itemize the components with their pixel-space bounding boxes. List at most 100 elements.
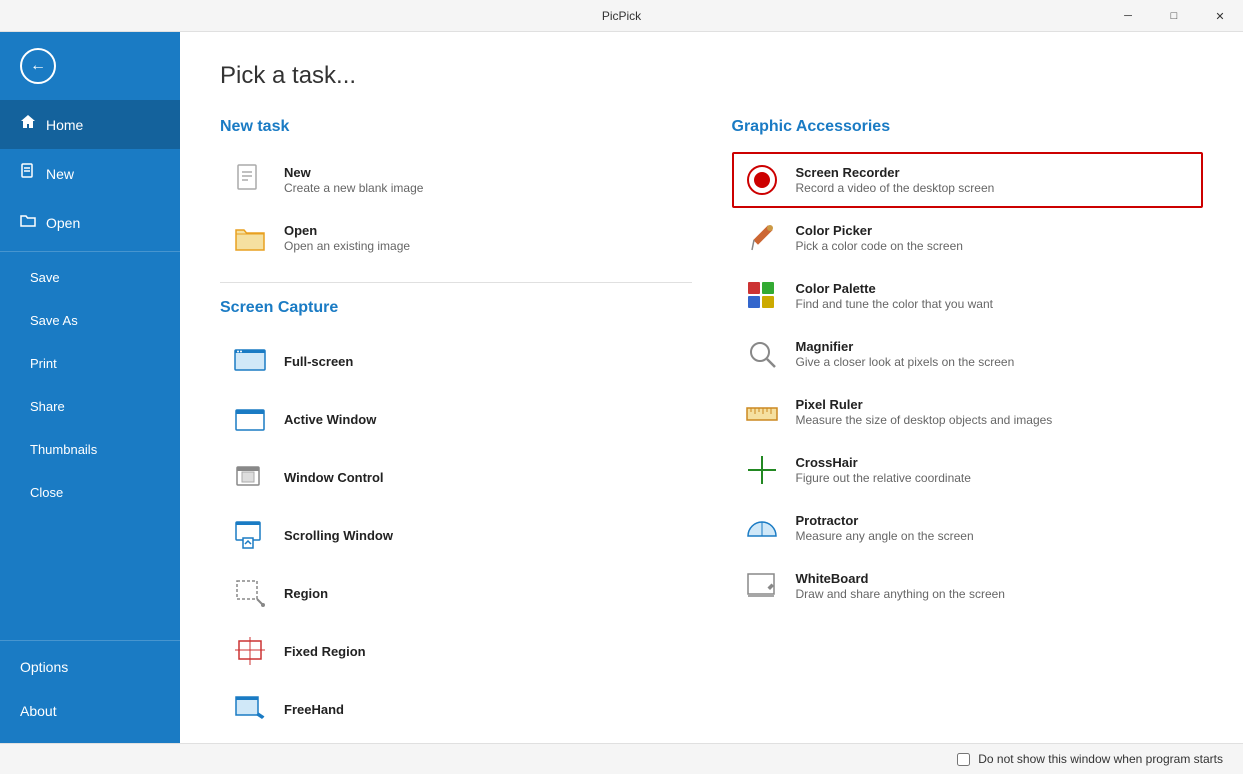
color-palette-task-name: Color Palette [796,281,993,296]
fixed-region-icon [232,633,268,669]
sidebar-item-about[interactable]: About [0,689,180,733]
fixed-region-task-name: Fixed Region [284,644,366,659]
content-grid: New task New [220,118,1203,743]
whiteboard-task-name: WhiteBoard [796,571,1005,586]
task-item-whiteboard[interactable]: WhiteBoard Draw and share anything on th… [732,558,1204,614]
freehand-icon [232,691,268,727]
magnifier-task-desc: Give a closer look at pixels on the scre… [796,355,1015,369]
freehand-task-name: FreeHand [284,702,344,717]
sidebar-label-print: Print [30,356,57,371]
sidebar-label-thumbnails: Thumbnails [30,442,97,457]
sidebar-label-about: About [20,703,57,719]
screen-recorder-icon [744,162,780,198]
open-task-desc: Open an existing image [284,239,410,253]
dont-show-label: Do not show this window when program sta… [978,752,1223,766]
task-item-color-palette[interactable]: Color Palette Find and tune the color th… [732,268,1204,324]
sidebar-item-thumbnails[interactable]: Thumbnails [0,428,180,471]
task-item-pixel-ruler[interactable]: Pixel Ruler Measure the size of desktop … [732,384,1204,440]
open-task-info: Open Open an existing image [284,223,410,253]
page-title: Pick a task... [220,62,1203,90]
graphic-accessories-section-title: Graphic Accessories [732,118,1204,136]
new-task-name: New [284,165,423,180]
new-task-list: New Create a new blank image [220,152,692,266]
screen-capture-list: Full-screen Active Window [220,333,692,743]
back-button[interactable]: ← [20,48,56,84]
sidebar-back: ← [0,32,180,100]
protractor-task-name: Protractor [796,513,974,528]
sidebar-label-save-as: Save As [30,313,78,328]
whiteboard-icon [744,568,780,604]
sidebar-label-save: Save [30,270,60,285]
crosshair-icon [744,452,780,488]
task-item-freehand[interactable]: FreeHand [220,681,692,737]
sidebar-item-share[interactable]: Share [0,385,180,428]
task-item-screen-recorder[interactable]: Screen Recorder Record a video of the de… [732,152,1204,208]
open-task-icon [232,220,268,256]
home-icon [20,114,36,135]
title-bar-controls: ─ □ ✕ [1105,0,1243,32]
sidebar-item-save[interactable]: Save [0,256,180,299]
new-task-info: New Create a new blank image [284,165,423,195]
title-bar-text: PicPick [602,9,641,23]
task-item-open[interactable]: Open Open an existing image [220,210,692,266]
new-task-section-title: New task [220,118,692,136]
sidebar-label-open: Open [46,215,80,231]
whiteboard-task-desc: Draw and share anything on the screen [796,587,1005,601]
new-task-desc: Create a new blank image [284,181,423,195]
maximize-button[interactable]: □ [1151,0,1197,32]
protractor-icon [744,510,780,546]
minimize-button[interactable]: ─ [1105,0,1151,32]
screen-capture-section-title: Screen Capture [220,299,692,317]
color-palette-icon [744,278,780,314]
protractor-task-desc: Measure any angle on the screen [796,529,974,543]
task-item-active-window[interactable]: Active Window [220,391,692,447]
scrolling-window-icon [232,517,268,553]
magnifier-task-name: Magnifier [796,339,1015,354]
close-button[interactable]: ✕ [1197,0,1243,32]
task-item-fullscreen[interactable]: Full-screen [220,333,692,389]
sidebar-item-close[interactable]: Close [0,471,180,514]
window-control-task-name: Window Control [284,470,384,485]
task-item-color-picker[interactable]: Color Picker Pick a color code on the sc… [732,210,1204,266]
open-icon [20,212,36,233]
color-picker-task-name: Color Picker [796,223,963,238]
open-task-name: Open [284,223,410,238]
task-item-magnifier[interactable]: Magnifier Give a closer look at pixels o… [732,326,1204,382]
sidebar: ← Home New Open [0,32,180,743]
right-column: Graphic Accessories Screen Recorder [732,118,1204,743]
bottom-bar: Do not show this window when program sta… [0,743,1243,774]
region-task-name: Region [284,586,328,601]
pixel-ruler-icon [744,394,780,430]
sidebar-label-close: Close [30,485,63,500]
task-item-crosshair[interactable]: CrossHair Figure out the relative coordi… [732,442,1204,498]
pixel-ruler-task-desc: Measure the size of desktop objects and … [796,413,1053,427]
sidebar-item-new[interactable]: New [0,149,180,198]
task-item-scrolling-window[interactable]: Scrolling Window [220,507,692,563]
sidebar-nav: Home New Open Save [0,100,180,636]
active-window-icon [232,401,268,437]
task-item-fixed-region[interactable]: Fixed Region [220,623,692,679]
fullscreen-task-name: Full-screen [284,354,353,369]
task-item-protractor[interactable]: Protractor Measure any angle on the scre… [732,500,1204,556]
title-bar: PicPick ─ □ ✕ [0,0,1243,32]
sidebar-item-home[interactable]: Home [0,100,180,149]
window-control-icon [232,459,268,495]
crosshair-task-name: CrossHair [796,455,971,470]
main-content: Pick a task... New task [180,32,1243,743]
active-window-task-name: Active Window [284,412,376,427]
screen-recorder-task-name: Screen Recorder [796,165,995,180]
sidebar-label-new: New [46,166,74,182]
sidebar-item-save-as[interactable]: Save As [0,299,180,342]
dont-show-checkbox-label[interactable]: Do not show this window when program sta… [957,752,1223,766]
task-item-region[interactable]: Region [220,565,692,621]
sidebar-item-options[interactable]: Options [0,645,180,689]
sidebar-item-print[interactable]: Print [0,342,180,385]
screen-recorder-task-desc: Record a video of the desktop screen [796,181,995,195]
sidebar-item-open[interactable]: Open [0,198,180,247]
new-icon [20,163,36,184]
dont-show-checkbox[interactable] [957,753,970,766]
sidebar-label-share: Share [30,399,65,414]
task-item-new[interactable]: New Create a new blank image [220,152,692,208]
task-item-window-control[interactable]: Window Control [220,449,692,505]
pixel-ruler-task-name: Pixel Ruler [796,397,1053,412]
